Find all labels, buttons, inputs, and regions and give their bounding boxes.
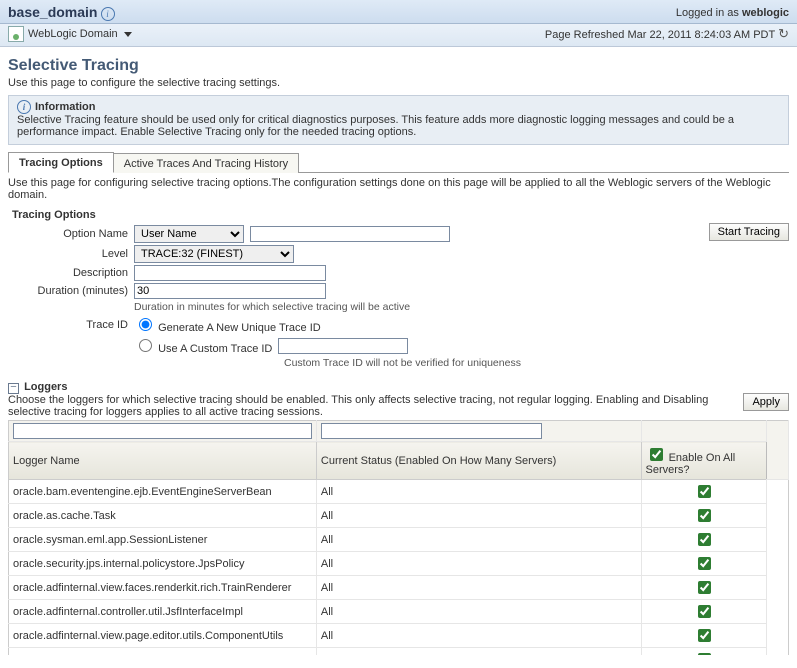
option-name-select[interactable]: User Name [134,225,244,243]
logger-name-cell: oracle.bam.eventengine.ejb.EventEngineSe… [9,480,317,504]
trace-id-custom-option[interactable]: Use A Custom Trace ID [134,336,272,355]
logger-status-cell: All [316,480,641,504]
table-row[interactable]: oracle.sysman.eml.app.SessionListenerAll [9,528,789,552]
trace-id-generate-radio[interactable] [139,318,152,331]
collapse-icon[interactable]: − [8,383,19,394]
logger-enable-checkbox[interactable] [698,509,711,522]
trace-id-custom-input[interactable] [278,338,408,354]
logged-in-label: Logged in as [676,7,739,19]
apply-button[interactable]: Apply [743,393,789,411]
col-logger-name[interactable]: Logger Name [9,442,317,480]
logger-status-cell: All [316,504,641,528]
trace-id-custom-help: Custom Trace ID will not be verified for… [284,357,521,369]
description-input[interactable] [134,265,326,281]
duration-label: Duration (minutes) [8,285,134,297]
table-row[interactable]: oracle.adfinternal.view.faces.renderkit.… [9,576,789,600]
tracing-options-heading: Tracing Options [12,209,709,221]
domain-icon [8,26,24,42]
logger-name-cell: oracle.adfinternal.view.faces.renderkit.… [9,576,317,600]
level-label: Level [8,248,134,260]
logged-in-user: weblogic [742,7,789,19]
domain-title: base_domain [8,4,97,20]
col-current-status[interactable]: Current Status (Enabled On How Many Serv… [316,442,641,480]
enable-all-checkbox[interactable] [650,448,663,461]
logger-name-cell: oracle.sysman.eml.app.SessionListener [9,528,317,552]
duration-help: Duration in minutes for which selective … [134,301,410,313]
logger-name-filter-input[interactable] [13,423,312,439]
logger-name-cell: oracle.adfinternal.view.page.editor.util… [9,624,317,648]
info-body: Selective Tracing feature should be used… [17,114,780,138]
domain-menu[interactable]: WebLogic Domain [8,26,132,42]
tab-description: Use this page for configuring selective … [8,177,789,201]
option-name-label: Option Name [8,228,134,240]
tabs: Tracing Options Active Traces And Tracin… [8,151,789,173]
logger-status-cell: All [316,576,641,600]
logger-status-filter-input[interactable] [321,423,542,439]
duration-input[interactable] [134,283,326,299]
logger-status-cell: All [316,648,641,656]
col-enable-all[interactable]: Enable On All Servers? [641,442,766,480]
logger-name-cell: oracle.sysman.emSDK.adfext.ctlr.AuthUtil [9,648,317,656]
loggers-description: Choose the loggers for which selective t… [8,394,735,418]
logger-status-cell: All [316,600,641,624]
page-subtitle: Use this page to configure the selective… [8,77,789,89]
logger-enable-checkbox[interactable] [698,557,711,570]
logger-enable-checkbox[interactable] [698,629,711,642]
trace-id-custom-radio[interactable] [139,339,152,352]
logger-name-cell: oracle.as.cache.Task [9,504,317,528]
logger-name-cell: oracle.security.jps.internal.policystore… [9,552,317,576]
table-row[interactable]: oracle.adfinternal.view.page.editor.util… [9,624,789,648]
table-row[interactable]: oracle.adfinternal.controller.util.JsfIn… [9,600,789,624]
trace-id-generate-option[interactable]: Generate A New Unique Trace ID [134,315,321,334]
start-tracing-button[interactable]: Start Tracing [709,223,789,241]
trace-id-label: Trace ID [8,319,134,331]
logger-enable-checkbox[interactable] [698,605,711,618]
table-scrollbar[interactable] [766,421,788,480]
info-icon[interactable]: i [101,7,115,21]
refresh-icon[interactable]: ↻ [778,26,789,41]
tab-tracing-options[interactable]: Tracing Options [8,152,114,173]
domain-menu-label: WebLogic Domain [28,28,118,40]
chevron-down-icon [124,32,132,37]
information-box: i Information Selective Tracing feature … [8,95,789,145]
table-row[interactable]: oracle.as.cache.TaskAll [9,504,789,528]
description-label: Description [8,267,134,279]
option-name-value-input[interactable] [250,226,450,242]
logger-status-cell: All [316,528,641,552]
page-refreshed-text: Page Refreshed Mar 22, 2011 8:24:03 AM P… [545,29,775,41]
logger-status-cell: All [316,552,641,576]
table-row[interactable]: oracle.security.jps.internal.policystore… [9,552,789,576]
logger-name-cell: oracle.adfinternal.controller.util.JsfIn… [9,600,317,624]
table-row[interactable]: oracle.bam.eventengine.ejb.EventEngineSe… [9,480,789,504]
info-heading: Information [35,101,96,113]
loggers-table: Logger Name Current Status (Enabled On H… [8,420,789,655]
logger-enable-checkbox[interactable] [698,581,711,594]
logger-status-cell: All [316,624,641,648]
logger-enable-checkbox[interactable] [698,485,711,498]
logger-enable-checkbox[interactable] [698,653,711,655]
logger-enable-checkbox[interactable] [698,533,711,546]
page-title: Selective Tracing [8,57,789,75]
loggers-heading: Loggers [24,381,67,393]
info-icon: i [17,100,31,114]
tab-active-traces[interactable]: Active Traces And Tracing History [113,153,299,173]
level-select[interactable]: TRACE:32 (FINEST) [134,245,294,263]
table-row[interactable]: oracle.sysman.emSDK.adfext.ctlr.AuthUtil… [9,648,789,656]
content-area: Selective Tracing Use this page to confi… [0,47,797,655]
